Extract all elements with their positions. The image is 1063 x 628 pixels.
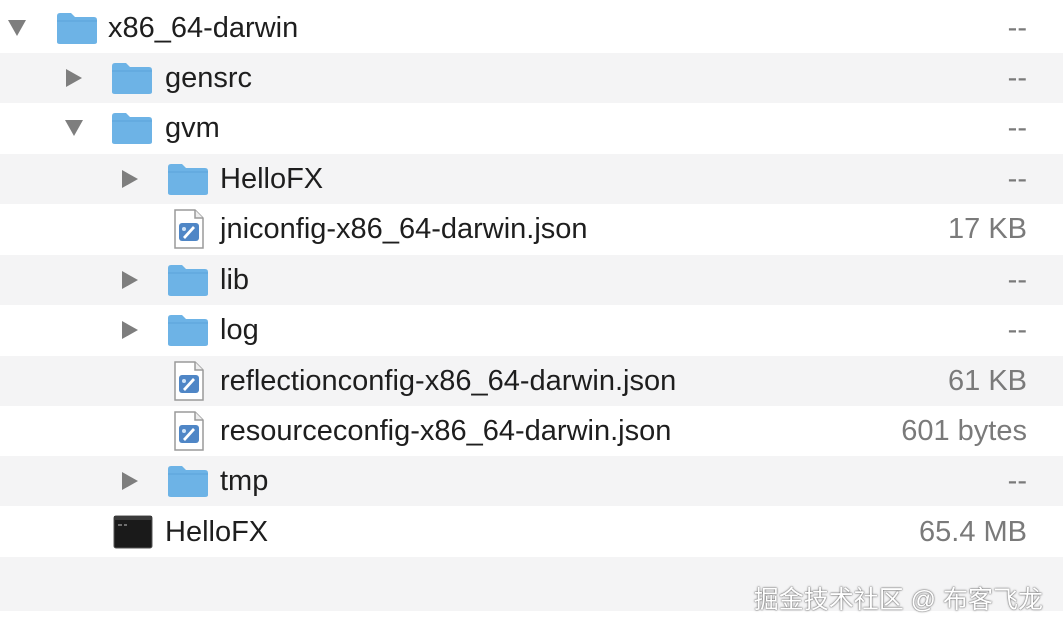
row-size: 17 KB	[948, 213, 1027, 245]
folder-icon	[167, 305, 209, 355]
disclosure-triangle-expanded-icon[interactable]	[59, 103, 89, 153]
folder-icon	[111, 53, 153, 103]
json-file-icon	[173, 204, 205, 254]
disclosure-triangle-collapsed-icon[interactable]	[115, 305, 145, 355]
list-row-resourceconfig[interactable]: resourceconfig-x86_64-darwin.json 601 by…	[0, 406, 1063, 456]
row-name: resourceconfig-x86_64-darwin.json	[220, 415, 672, 447]
row-name: lib	[220, 264, 250, 296]
list-row-gensrc[interactable]: gensrc --	[0, 53, 1063, 103]
folder-icon	[167, 154, 209, 204]
row-size: --	[1007, 465, 1027, 497]
list-row-jniconfig[interactable]: jniconfig-x86_64-darwin.json 17 KB	[0, 204, 1063, 254]
row-name: jniconfig-x86_64-darwin.json	[220, 213, 588, 245]
list-row-gvm[interactable]: gvm --	[0, 103, 1063, 153]
row-size: --	[1007, 314, 1027, 346]
row-name: x86_64-darwin	[108, 12, 299, 44]
disclosure-triangle-collapsed-icon[interactable]	[115, 255, 145, 305]
folder-icon	[56, 3, 98, 53]
list-row-tmp[interactable]: tmp --	[0, 456, 1063, 506]
row-name: HelloFX	[165, 516, 269, 548]
row-size: --	[1007, 163, 1027, 195]
row-name: log	[220, 314, 259, 346]
disclosure-triangle-expanded-icon[interactable]	[2, 3, 32, 53]
row-name: gensrc	[165, 62, 253, 94]
disclosure-triangle-collapsed-icon[interactable]	[115, 456, 145, 506]
row-size: 65.4 MB	[919, 516, 1027, 548]
list-row-lib[interactable]: lib --	[0, 255, 1063, 305]
watermark-text: 掘金技术社区 @ 布客飞龙	[753, 586, 1043, 614]
row-size: --	[1007, 12, 1027, 44]
row-size: --	[1007, 62, 1027, 94]
disclosure-triangle-collapsed-icon[interactable]	[115, 154, 145, 204]
row-size: --	[1007, 264, 1027, 296]
folder-icon	[111, 103, 153, 153]
list-row-hellofx-executable[interactable]: HelloFX 65.4 MB	[0, 507, 1063, 557]
row-name: gvm	[165, 112, 220, 144]
list-row-x86-64-darwin[interactable]: x86_64-darwin --	[0, 3, 1063, 53]
terminal-executable-icon	[113, 507, 153, 557]
row-name: HelloFX	[220, 163, 324, 195]
row-name: reflectionconfig-x86_64-darwin.json	[220, 365, 677, 397]
row-size: 61 KB	[948, 365, 1027, 397]
folder-icon	[167, 456, 209, 506]
json-file-icon	[173, 406, 205, 456]
json-file-icon	[173, 356, 205, 406]
finder-list-view: x86_64-darwin -- gensrc -- gvm -- HelloF…	[0, 0, 1063, 628]
row-size: --	[1007, 112, 1027, 144]
list-row-reflectionconfig[interactable]: reflectionconfig-x86_64-darwin.json 61 K…	[0, 356, 1063, 406]
folder-icon	[167, 255, 209, 305]
row-name: tmp	[220, 465, 269, 497]
list-row-log[interactable]: log --	[0, 305, 1063, 355]
list-row-hellofx-folder[interactable]: HelloFX --	[0, 154, 1063, 204]
disclosure-triangle-collapsed-icon[interactable]	[59, 53, 89, 103]
row-size: 601 bytes	[901, 415, 1027, 447]
